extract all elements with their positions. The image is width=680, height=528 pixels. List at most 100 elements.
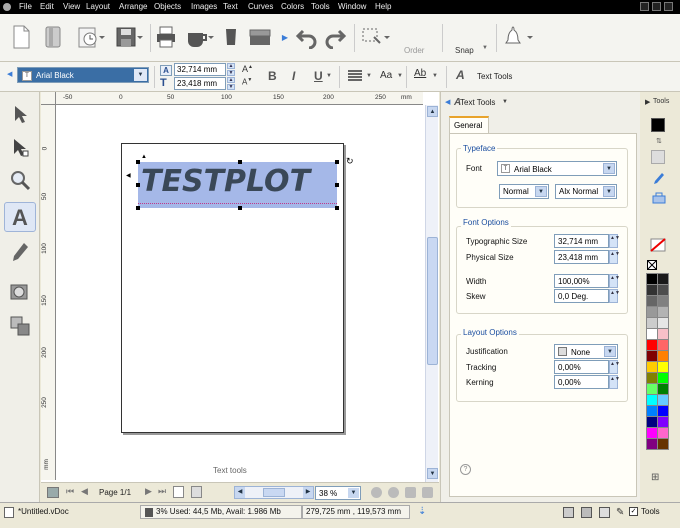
selection-handle[interactable]	[136, 183, 140, 187]
select-arrow-icon[interactable]	[6, 100, 34, 128]
kerning-input[interactable]: 0,00%	[554, 375, 609, 389]
color-swatch[interactable]	[657, 394, 669, 406]
scroll-right-icon[interactable]: ▶	[303, 487, 313, 498]
skew-handle-icon[interactable]: ▲	[141, 154, 147, 160]
side-tab-arrow-icon[interactable]: ▶	[645, 98, 650, 106]
panel-header-title[interactable]: Text Tools	[460, 98, 495, 107]
text-tools-icon[interactable]: A	[456, 68, 465, 82]
minimize-button[interactable]	[640, 2, 649, 11]
selection-frame-icon[interactable]	[360, 24, 392, 50]
pencil-icon[interactable]	[6, 238, 34, 266]
color-swatch[interactable]	[646, 317, 658, 329]
menu-images[interactable]: Images	[191, 2, 217, 11]
color-swatch[interactable]	[657, 438, 669, 450]
zoom-fit-icon[interactable]	[405, 487, 416, 498]
rotate-handle-icon[interactable]: ↻	[346, 156, 354, 167]
selection-handle[interactable]	[238, 160, 242, 164]
snap-indicator-icon[interactable]: ⇣	[418, 506, 426, 517]
text-tools-label[interactable]: Text Tools	[477, 72, 512, 81]
color-swatch[interactable]	[646, 372, 658, 384]
alt-style-select[interactable]: Alx Normal ▼	[555, 184, 617, 199]
selection-handle[interactable]	[238, 206, 242, 210]
bold-button[interactable]: B	[268, 69, 277, 83]
color-swatch[interactable]	[646, 284, 658, 296]
underline-button[interactable]: U	[314, 69, 323, 83]
bucket-icon[interactable]	[222, 24, 240, 50]
page-layout-icon[interactable]	[47, 487, 59, 498]
stroke-color-swatch[interactable]	[651, 150, 665, 164]
zoom-magnifier-icon[interactable]	[6, 166, 34, 194]
font-shrink-icon[interactable]: A▼	[242, 77, 252, 87]
ruler-corner[interactable]	[41, 92, 56, 105]
color-swatch[interactable]	[657, 328, 669, 340]
zoom-in-icon[interactable]	[371, 487, 382, 498]
justification-dropdown-icon[interactable]: ▼	[604, 346, 616, 357]
menu-tools[interactable]: Tools	[311, 2, 330, 11]
font-family-combobox[interactable]: T Arial Black ▼	[17, 67, 149, 83]
font-style-dropdown-icon[interactable]: ▼	[535, 186, 547, 197]
font-grow-icon[interactable]: A▲	[242, 64, 253, 74]
app-icon[interactable]	[3, 3, 11, 11]
menu-window[interactable]: Window	[338, 2, 366, 11]
menu-layout[interactable]: Layout	[86, 2, 110, 11]
kerning-button[interactable]: Ab	[414, 68, 426, 79]
color-swatch[interactable]	[657, 295, 669, 307]
skew-handle-icon[interactable]: ◀	[126, 172, 131, 179]
color-swatch[interactable]	[646, 361, 658, 373]
menu-colors[interactable]: Colors	[281, 2, 304, 11]
kerning-spinner[interactable]: ▲▼	[609, 375, 620, 389]
palette-menu-icon[interactable]: ⊞	[651, 472, 659, 483]
horizontal-scrollbar[interactable]: ◀ ▶	[234, 486, 314, 499]
color-swatch[interactable]	[657, 372, 669, 384]
text-tool-icon[interactable]: A	[6, 204, 34, 232]
print-icon[interactable]	[155, 24, 177, 50]
tracking-input[interactable]: 0,00%	[554, 360, 609, 374]
underline-dropdown-icon[interactable]: ▼	[326, 73, 332, 79]
snap-dropdown-icon[interactable]: ▼	[482, 45, 488, 51]
panel-header-dropdown-icon[interactable]: ▼	[502, 99, 508, 105]
width-percent-input[interactable]: 100,00%	[554, 274, 609, 288]
tea-cup-icon[interactable]	[185, 24, 215, 50]
height-input[interactable]: 23,418 mm	[174, 77, 226, 90]
panel-collapse-icon[interactable]: ◀	[445, 98, 450, 106]
color-swatch[interactable]	[646, 350, 658, 362]
color-swatch[interactable]	[657, 273, 669, 285]
eyedropper-icon[interactable]	[653, 172, 665, 188]
add-page-icon[interactable]	[173, 486, 184, 498]
width-decrement[interactable]: ▼	[227, 70, 235, 76]
menu-view[interactable]: View	[63, 2, 80, 11]
height-decrement[interactable]: ▼	[227, 84, 235, 90]
kerning-dropdown-icon[interactable]: ▼	[432, 73, 438, 79]
combine-icon[interactable]	[599, 507, 610, 518]
italic-button[interactable]: I	[292, 69, 295, 83]
help-icon[interactable]: ?	[460, 464, 471, 475]
menu-curves[interactable]: Curves	[248, 2, 273, 11]
group-icon[interactable]	[563, 507, 574, 518]
font-style-select[interactable]: Normal ▼	[499, 184, 549, 199]
swatch-none[interactable]	[647, 260, 657, 270]
case-button[interactable]: Aa	[380, 70, 392, 81]
width-input[interactable]: 32,714 mm	[174, 63, 226, 76]
color-swatch[interactable]	[657, 350, 669, 362]
order-button[interactable]: Order	[404, 46, 424, 55]
selection-handle[interactable]	[335, 206, 339, 210]
selection-handle[interactable]	[335, 183, 339, 187]
physical-size-spinner[interactable]: ▲▼	[609, 250, 620, 264]
selection-handle[interactable]	[136, 206, 140, 210]
color-swatch[interactable]	[646, 427, 658, 439]
color-swatch[interactable]	[657, 361, 669, 373]
first-page-icon[interactable]: ⏮	[66, 486, 74, 497]
color-swatch[interactable]	[646, 394, 658, 406]
color-swatch[interactable]	[657, 339, 669, 351]
no-color-icon[interactable]	[650, 238, 666, 254]
font-select[interactable]: T Arial Black ▼	[497, 161, 617, 176]
color-swatch[interactable]	[646, 306, 658, 318]
height-increment[interactable]: ▲	[227, 77, 235, 83]
color-swatch[interactable]	[657, 306, 669, 318]
skew-input[interactable]: 0,0 Deg.	[554, 289, 609, 303]
tools-checkbox[interactable]: ✓	[629, 507, 638, 516]
collapse-arrow-icon[interactable]: ◀	[7, 70, 12, 78]
menu-objects[interactable]: Objects	[154, 2, 181, 11]
hscroll-thumb[interactable]	[263, 488, 285, 497]
delete-page-icon[interactable]	[191, 486, 202, 498]
